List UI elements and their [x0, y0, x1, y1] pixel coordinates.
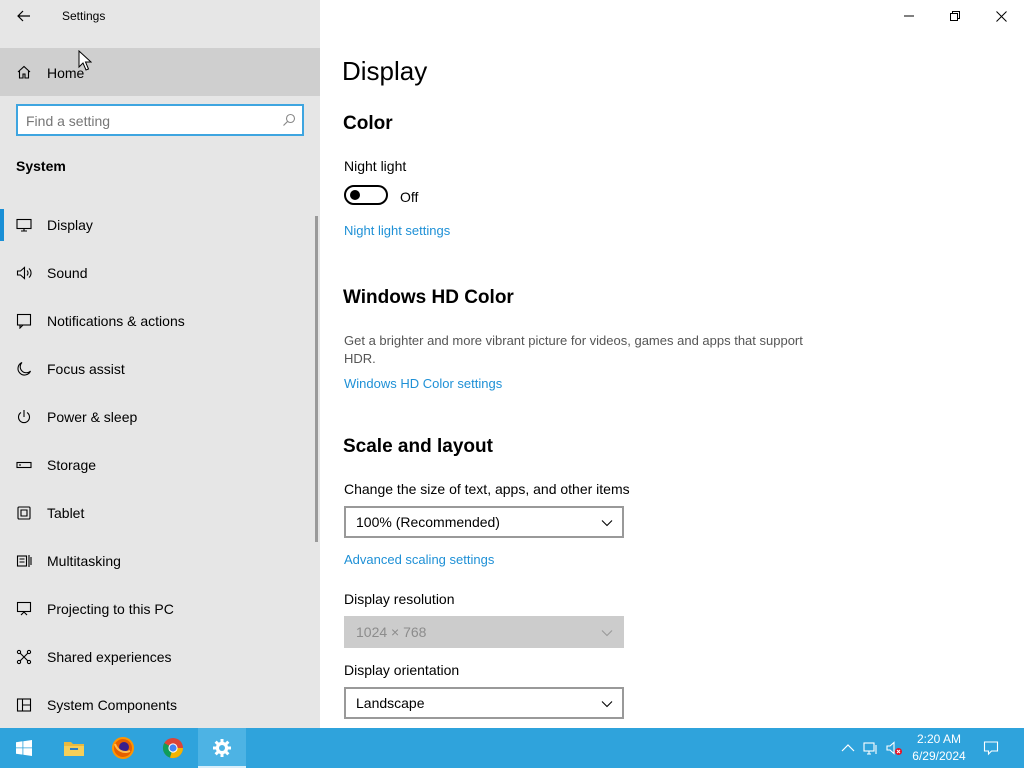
- resolution-label: Display resolution: [344, 591, 455, 607]
- sidebar-scrollbar[interactable]: [315, 216, 318, 542]
- close-button[interactable]: [978, 0, 1024, 32]
- hd-color-settings-link[interactable]: Windows HD Color settings: [344, 376, 502, 391]
- sidebar: Settings Home System Display Sound Notif…: [0, 0, 320, 728]
- orientation-dropdown-value: Landscape: [356, 695, 425, 711]
- home-icon: [17, 65, 31, 79]
- chevron-down-icon: [601, 520, 613, 527]
- close-icon: [995, 10, 1007, 22]
- sidebar-item-home[interactable]: Home: [0, 48, 320, 96]
- minimize-button[interactable]: [886, 0, 932, 32]
- sidebar-item-label: Notifications & actions: [47, 313, 185, 329]
- sidebar-item-sound[interactable]: Sound: [0, 249, 316, 297]
- back-arrow-icon: [17, 10, 30, 22]
- search-input[interactable]: [26, 111, 266, 131]
- file-explorer-icon: [64, 742, 84, 756]
- search-icon[interactable]: [282, 113, 296, 127]
- hd-color-heading: Windows HD Color: [343, 287, 514, 308]
- minimize-icon: [904, 15, 914, 17]
- sidebar-item-label: Storage: [47, 457, 97, 473]
- taskbar-clock[interactable]: 2:20 AM 6/29/2024: [906, 731, 972, 765]
- shared-experiences-icon: [16, 649, 32, 665]
- chrome-icon: [162, 738, 184, 759]
- sidebar-item-label: Power & sleep: [47, 409, 138, 425]
- sidebar-item-tablet[interactable]: Tablet: [0, 489, 316, 537]
- taskbar-firefox[interactable]: [99, 728, 147, 768]
- search-box[interactable]: [16, 104, 304, 136]
- sidebar-item-notifications[interactable]: Notifications & actions: [0, 297, 316, 345]
- sidebar-item-label: Sound: [47, 265, 88, 281]
- resolution-dropdown-value: 1024 × 768: [356, 624, 427, 640]
- start-icon: [16, 740, 32, 756]
- sidebar-item-storage[interactable]: Storage: [0, 441, 316, 489]
- tablet-icon: [17, 506, 31, 520]
- sidebar-item-display[interactable]: Display: [0, 201, 316, 249]
- night-light-label: Night light: [344, 158, 407, 174]
- color-heading: Color: [343, 113, 393, 134]
- resolution-dropdown: 1024 × 768: [344, 616, 624, 648]
- orientation-dropdown[interactable]: Landscape: [344, 687, 624, 719]
- sidebar-item-label: System Components: [47, 697, 177, 713]
- clock-date: 6/29/2024: [912, 749, 966, 763]
- sidebar-item-label: Focus assist: [47, 361, 125, 377]
- start-button[interactable]: [0, 728, 48, 768]
- chevron-up-icon[interactable]: [840, 740, 856, 756]
- page-title: Display: [342, 56, 428, 86]
- components-icon: [16, 698, 32, 712]
- taskbar-settings[interactable]: [198, 728, 246, 768]
- app-title: Settings: [62, 9, 106, 23]
- chevron-down-icon: [601, 701, 613, 708]
- main-content: Display Color Night light Off Night ligh…: [320, 0, 1024, 728]
- sidebar-item-multitasking[interactable]: Multitasking: [0, 537, 316, 585]
- storage-icon: [16, 461, 32, 469]
- taskbar-file-explorer[interactable]: [50, 728, 98, 768]
- night-light-toggle[interactable]: [344, 185, 388, 205]
- clock-time: 2:20 AM: [916, 732, 962, 746]
- orientation-label: Display orientation: [344, 662, 460, 678]
- night-light-state: Off: [400, 189, 419, 205]
- projecting-icon: [16, 601, 32, 616]
- restore-icon: [950, 11, 960, 21]
- sidebar-item-label: Multitasking: [47, 553, 121, 569]
- restore-button[interactable]: [932, 0, 978, 32]
- scale-layout-heading: Scale and layout: [343, 436, 493, 457]
- sidebar-item-label: Display: [47, 217, 93, 233]
- sidebar-item-label: Projecting to this PC: [47, 601, 174, 617]
- volume-muted-icon[interactable]: [886, 740, 902, 756]
- title-bar: Settings: [0, 0, 320, 32]
- speaker-icon: [16, 266, 32, 280]
- sidebar-item-label: Tablet: [47, 505, 85, 521]
- sidebar-item-focus-assist[interactable]: Focus assist: [0, 345, 316, 393]
- settings-icon: [213, 739, 231, 757]
- sidebar-item-power-sleep[interactable]: Power & sleep: [0, 393, 316, 441]
- night-light-settings-link[interactable]: Night light settings: [344, 223, 450, 238]
- network-icon[interactable]: [863, 740, 879, 756]
- power-icon: [17, 410, 31, 424]
- sidebar-item-projecting[interactable]: Projecting to this PC: [0, 585, 316, 633]
- sidebar-item-shared-experiences[interactable]: Shared experiences: [0, 633, 316, 681]
- advanced-scaling-link[interactable]: Advanced scaling settings: [344, 552, 494, 567]
- section-label: System: [16, 158, 66, 174]
- sidebar-item-system-components[interactable]: System Components: [0, 681, 316, 729]
- scale-size-label: Change the size of text, apps, and other…: [344, 481, 630, 497]
- moon-icon: [17, 361, 32, 376]
- multitasking-icon: [16, 555, 32, 567]
- action-center-icon[interactable]: [983, 740, 999, 756]
- monitor-icon: [16, 218, 32, 232]
- back-button[interactable]: [8, 2, 40, 30]
- scale-dropdown[interactable]: 100% (Recommended): [344, 506, 624, 538]
- notification-icon: [16, 313, 32, 329]
- taskbar: 2:20 AM 6/29/2024: [0, 728, 1024, 768]
- firefox-icon: [112, 737, 134, 759]
- hd-color-description: Get a brighter and more vibrant picture …: [344, 333, 803, 366]
- toggle-knob: [350, 190, 360, 200]
- chevron-down-icon: [601, 630, 613, 637]
- scale-dropdown-value: 100% (Recommended): [356, 514, 500, 530]
- mouse-cursor-icon: [78, 50, 92, 71]
- sidebar-item-label: Shared experiences: [47, 649, 172, 665]
- taskbar-chrome[interactable]: [149, 728, 197, 768]
